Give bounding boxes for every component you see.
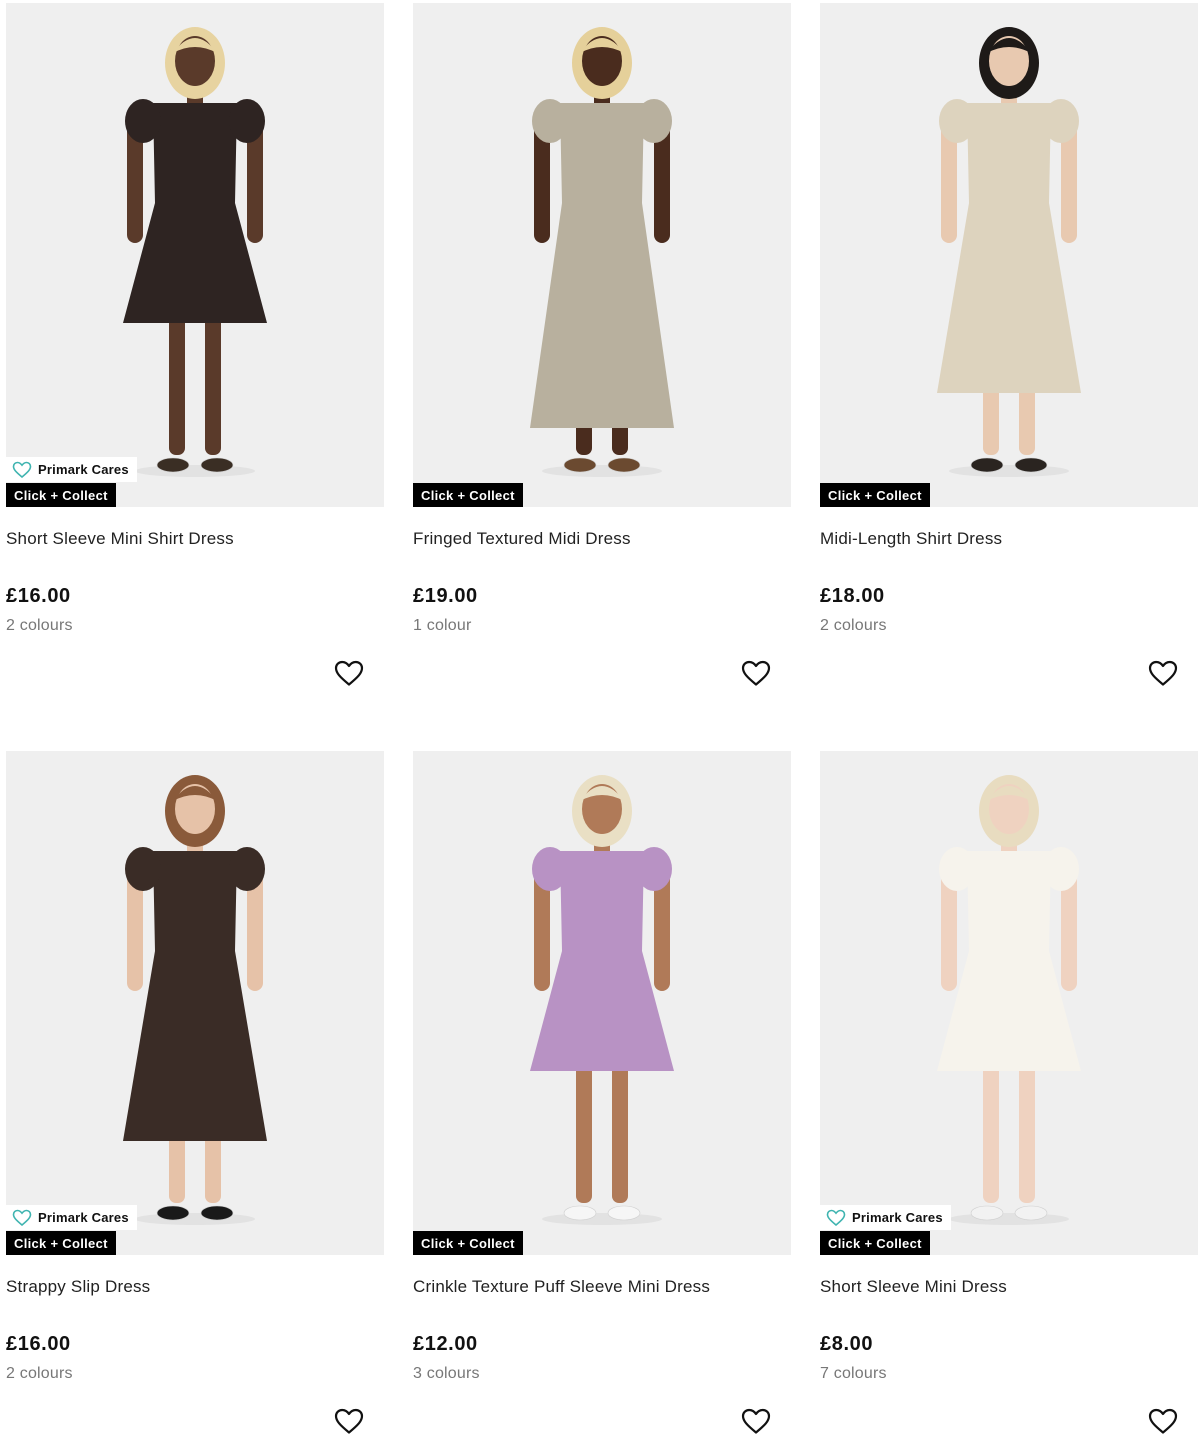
wishlist-button[interactable] <box>332 1404 366 1438</box>
product-image[interactable]: Primark Cares Click + Collect <box>820 751 1198 1255</box>
product-price: £19.00 <box>413 585 478 607</box>
product-colours: 1 colour <box>413 617 472 634</box>
wishlist-button[interactable] <box>1146 656 1180 690</box>
product-price: £16.00 <box>6 1333 71 1355</box>
product-image[interactable]: Click + Collect <box>413 3 791 507</box>
product-colours: 2 colours <box>820 617 887 634</box>
product-price: £16.00 <box>6 585 71 607</box>
product-image[interactable]: Click + Collect <box>413 751 791 1255</box>
product-price: £12.00 <box>413 1333 478 1355</box>
heart-outline-icon <box>12 1209 32 1226</box>
product-card[interactable]: Click + Collect Crinkle Texture Puff Sle… <box>413 751 791 1439</box>
product-card[interactable]: Click + Collect Fringed Textured Midi Dr… <box>413 3 791 703</box>
wishlist-button[interactable] <box>1146 1404 1180 1438</box>
click-collect-badge: Click + Collect <box>413 483 523 507</box>
heart-icon <box>1148 660 1178 686</box>
product-card[interactable]: Primark Cares Click + Collect Strappy Sl… <box>6 751 384 1439</box>
product-price: £8.00 <box>820 1333 874 1355</box>
product-colours: 3 colours <box>413 1365 480 1382</box>
product-colours: 7 colours <box>820 1365 887 1382</box>
wishlist-button[interactable] <box>739 656 773 690</box>
model-figure <box>937 775 1081 1225</box>
heart-icon <box>334 660 364 686</box>
heart-icon <box>741 1408 771 1434</box>
heart-icon <box>334 1408 364 1434</box>
model-figure <box>530 775 674 1225</box>
click-collect-badge: Click + Collect <box>6 483 116 507</box>
heart-outline-icon <box>12 461 32 478</box>
primark-cares-label: Primark Cares <box>852 1210 943 1225</box>
primark-cares-badge: Primark Cares <box>6 1205 137 1230</box>
product-name[interactable]: Short Sleeve Mini Shirt Dress <box>6 529 234 549</box>
heart-outline-icon <box>826 1209 846 1226</box>
wishlist-button[interactable] <box>332 656 366 690</box>
primark-cares-badge: Primark Cares <box>820 1205 951 1230</box>
primark-cares-label: Primark Cares <box>38 462 129 477</box>
heart-icon <box>1148 1408 1178 1434</box>
product-colours: 2 colours <box>6 617 73 634</box>
product-card[interactable]: Primark Cares Click + Collect Short Slee… <box>6 3 384 703</box>
click-collect-badge: Click + Collect <box>820 1231 930 1255</box>
wishlist-button[interactable] <box>739 1404 773 1438</box>
product-card[interactable]: Primark Cares Click + Collect Short Slee… <box>820 751 1198 1439</box>
product-price: £18.00 <box>820 585 885 607</box>
click-collect-badge: Click + Collect <box>820 483 930 507</box>
click-collect-badge: Click + Collect <box>413 1231 523 1255</box>
primark-cares-badge: Primark Cares <box>6 457 137 482</box>
model-figure <box>123 27 267 477</box>
product-name[interactable]: Midi-Length Shirt Dress <box>820 529 1002 549</box>
product-colours: 2 colours <box>6 1365 73 1382</box>
product-image[interactable]: Primark Cares Click + Collect <box>6 3 384 507</box>
product-name[interactable]: Fringed Textured Midi Dress <box>413 529 631 549</box>
product-image[interactable]: Click + Collect <box>820 3 1198 507</box>
product-name[interactable]: Strappy Slip Dress <box>6 1277 150 1297</box>
product-grid: Primark Cares Click + Collect Short Slee… <box>0 0 1200 1439</box>
model-figure <box>937 27 1081 477</box>
product-name[interactable]: Crinkle Texture Puff Sleeve Mini Dress <box>413 1277 710 1297</box>
heart-icon <box>741 660 771 686</box>
click-collect-badge: Click + Collect <box>6 1231 116 1255</box>
model-figure <box>530 27 674 477</box>
model-figure <box>123 775 267 1225</box>
primark-cares-label: Primark Cares <box>38 1210 129 1225</box>
product-image[interactable]: Primark Cares Click + Collect <box>6 751 384 1255</box>
product-name[interactable]: Short Sleeve Mini Dress <box>820 1277 1007 1297</box>
product-card[interactable]: Click + Collect Midi-Length Shirt Dress … <box>820 3 1198 703</box>
